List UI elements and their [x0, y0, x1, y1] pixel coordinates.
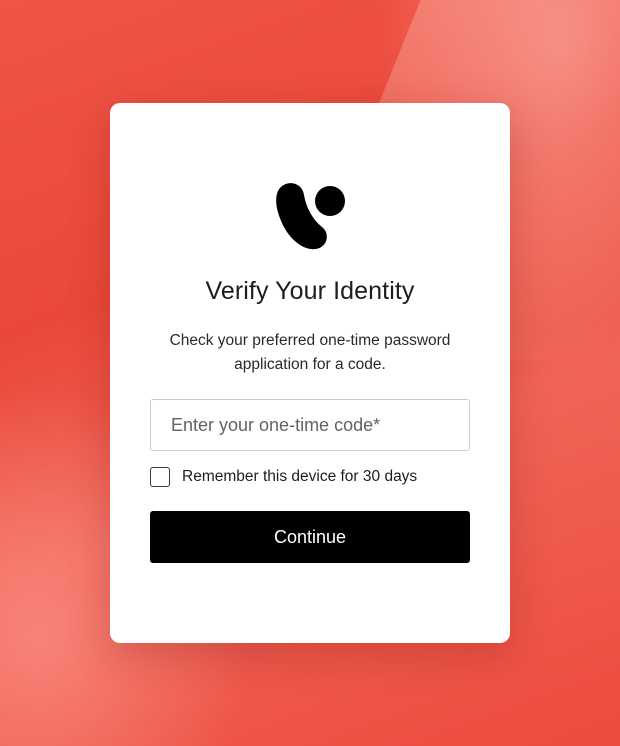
remember-device-label[interactable]: Remember this device for 30 days — [182, 468, 417, 486]
verify-card: Verify Your Identity Check your preferre… — [110, 103, 510, 643]
remember-device-checkbox[interactable] — [150, 467, 170, 487]
instructions-text: Check your preferred one-time password a… — [169, 332, 451, 373]
one-time-code-input[interactable] — [150, 399, 470, 451]
remember-device-row[interactable]: Remember this device for 30 days — [150, 467, 417, 487]
brand-logo-icon — [276, 183, 345, 250]
continue-button[interactable]: Continue — [150, 511, 470, 563]
page-title: Verify Your Identity — [205, 277, 415, 305]
